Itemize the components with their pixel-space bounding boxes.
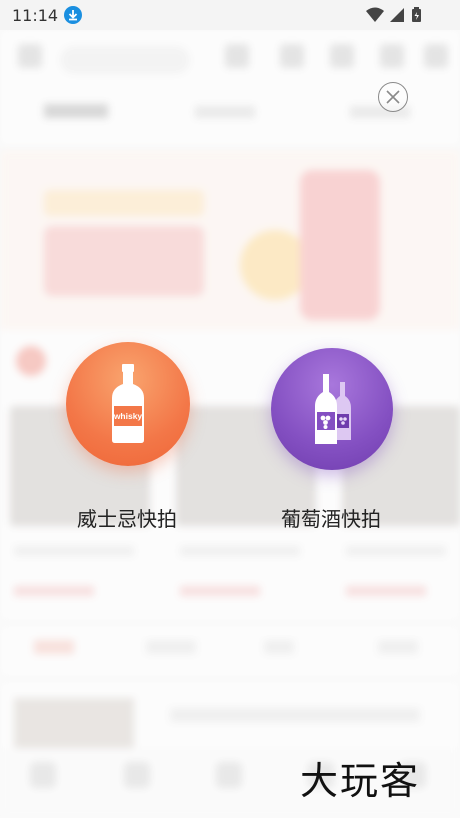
wine-quick-shot-button[interactable] [271,348,393,470]
wifi-icon [366,7,384,22]
whisky-bottle-label: whisky [113,411,143,421]
whisky-quick-shot-button[interactable]: whisky [66,342,190,466]
status-time: 11:14 [12,6,59,25]
wine-quick-shot-option[interactable]: 葡萄酒快拍 [271,348,393,532]
whisky-quick-shot-label: 威士忌快拍 [77,507,177,531]
whisky-quick-shot-option[interactable]: whisky 威士忌快拍 [66,342,190,532]
whisky-bottle-icon: whisky [112,364,144,443]
watermark-text: 大玩客 [300,759,421,803]
close-button[interactable] [378,82,408,112]
download-icon [64,6,82,24]
status-bar: 11:14 [0,0,460,30]
wine-bottles-icon [315,374,351,444]
close-icon [386,90,400,104]
wine-quick-shot-label: 葡萄酒快拍 [281,507,381,531]
battery-icon [412,7,421,22]
signal-icon [390,8,404,22]
